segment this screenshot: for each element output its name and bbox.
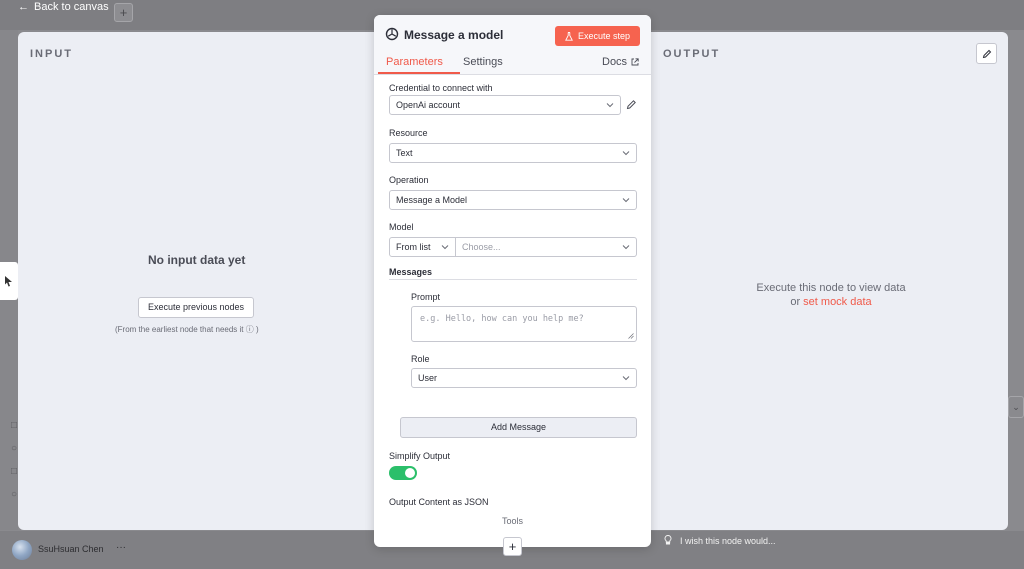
- output-empty-line2: or set mock data: [718, 295, 944, 309]
- avatar[interactable]: [12, 540, 32, 560]
- execute-previous-nodes-button[interactable]: Execute previous nodes: [138, 297, 255, 318]
- model-placeholder: Choose...: [462, 242, 501, 252]
- user-menu-button[interactable]: ···: [116, 542, 126, 553]
- flask-icon: [565, 31, 573, 41]
- prompt-input[interactable]: e.g. Hello, how can you help me?: [411, 306, 637, 342]
- operation-select[interactable]: Message a Model: [389, 190, 637, 210]
- model-mode-select[interactable]: From list: [390, 238, 456, 256]
- openai-logo-icon: [385, 27, 399, 41]
- pencil-icon: [982, 49, 991, 58]
- chevron-down-icon: [622, 245, 630, 250]
- role-label: Role: [411, 354, 430, 364]
- role-value: User: [418, 373, 438, 383]
- resource-label: Resource: [389, 128, 428, 138]
- operation-value: Message a Model: [396, 195, 468, 205]
- lightbulb-icon: [664, 535, 672, 547]
- output-json-label: Output Content as JSON: [389, 497, 489, 507]
- prompt-placeholder: e.g. Hello, how can you help me?: [420, 314, 584, 324]
- model-select[interactable]: Choose...: [456, 238, 636, 256]
- external-link-icon: [631, 58, 639, 66]
- execute-step-button[interactable]: Execute step: [555, 26, 640, 46]
- resource-value: Text: [396, 148, 413, 158]
- docs-label: Docs: [602, 56, 628, 68]
- user-name: SsuHsuan Chen: [38, 544, 104, 554]
- output-pane-title: OUTPUT: [663, 48, 721, 60]
- active-tab-indicator: [378, 72, 460, 74]
- execute-step-label: Execute step: [577, 31, 631, 41]
- model-selector: From list Choose...: [389, 237, 637, 257]
- drag-handle[interactable]: [0, 262, 18, 300]
- output-empty-message: Execute this node to view data or set mo…: [718, 281, 944, 309]
- execute-previous-hint: (From the earliest node that needs it ⓘ …: [115, 325, 259, 334]
- arrow-left-icon: ←: [18, 1, 29, 13]
- resize-handle-icon[interactable]: [628, 333, 634, 339]
- add-message-button[interactable]: Add Message: [400, 417, 637, 438]
- or-text: or: [790, 296, 801, 308]
- feedback-link[interactable]: I wish this node would...: [664, 535, 776, 547]
- no-input-message: No input data yet: [148, 253, 246, 267]
- tab-settings[interactable]: Settings: [463, 56, 503, 68]
- model-label: Model: [389, 222, 414, 232]
- tools-label: Tools: [501, 516, 523, 526]
- node-settings-card: Message a model Execute step Parameters …: [374, 15, 651, 547]
- simplify-output-toggle[interactable]: [389, 466, 417, 480]
- operation-label: Operation: [389, 175, 429, 185]
- back-to-canvas-button[interactable]: ← Back to canvas: [18, 0, 109, 14]
- resource-select[interactable]: Text: [389, 143, 637, 163]
- back-to-canvas-label: Back to canvas: [34, 1, 109, 13]
- credential-value: OpenAi account: [396, 100, 461, 110]
- prompt-label: Prompt: [411, 292, 441, 302]
- output-empty-line: Execute this node to view data: [756, 282, 906, 294]
- chevron-down-icon: [622, 198, 630, 203]
- toggle-knob: [405, 468, 415, 478]
- chevron-down-icon: [622, 376, 630, 381]
- node-title: Message a model: [404, 28, 504, 42]
- messages-label: Messages: [389, 267, 433, 277]
- docs-link[interactable]: Docs: [602, 56, 639, 68]
- credential-select[interactable]: OpenAi account: [389, 95, 621, 115]
- canvas-add-button[interactable]: +: [114, 3, 133, 22]
- chevron-down-icon[interactable]: ⌄: [1008, 396, 1024, 418]
- role-select[interactable]: User: [411, 368, 637, 388]
- chevron-down-icon: [622, 151, 630, 156]
- input-pane-title: INPUT: [30, 48, 73, 60]
- add-node-button[interactable]: +: [503, 537, 522, 556]
- credential-label: Credential to connect with: [389, 83, 493, 93]
- simplify-output-label: Simplify Output: [389, 451, 451, 461]
- chevron-down-icon: [441, 245, 449, 250]
- chevron-down-icon: [606, 103, 614, 108]
- model-mode-value: From list: [396, 242, 431, 252]
- divider: [389, 279, 637, 280]
- edit-output-button[interactable]: [976, 43, 997, 64]
- pencil-icon[interactable]: [626, 99, 637, 110]
- feedback-text: I wish this node would...: [680, 536, 776, 546]
- tab-parameters[interactable]: Parameters: [386, 56, 443, 68]
- cursor-icon: [5, 276, 12, 287]
- set-mock-data-link[interactable]: set mock data: [803, 296, 871, 308]
